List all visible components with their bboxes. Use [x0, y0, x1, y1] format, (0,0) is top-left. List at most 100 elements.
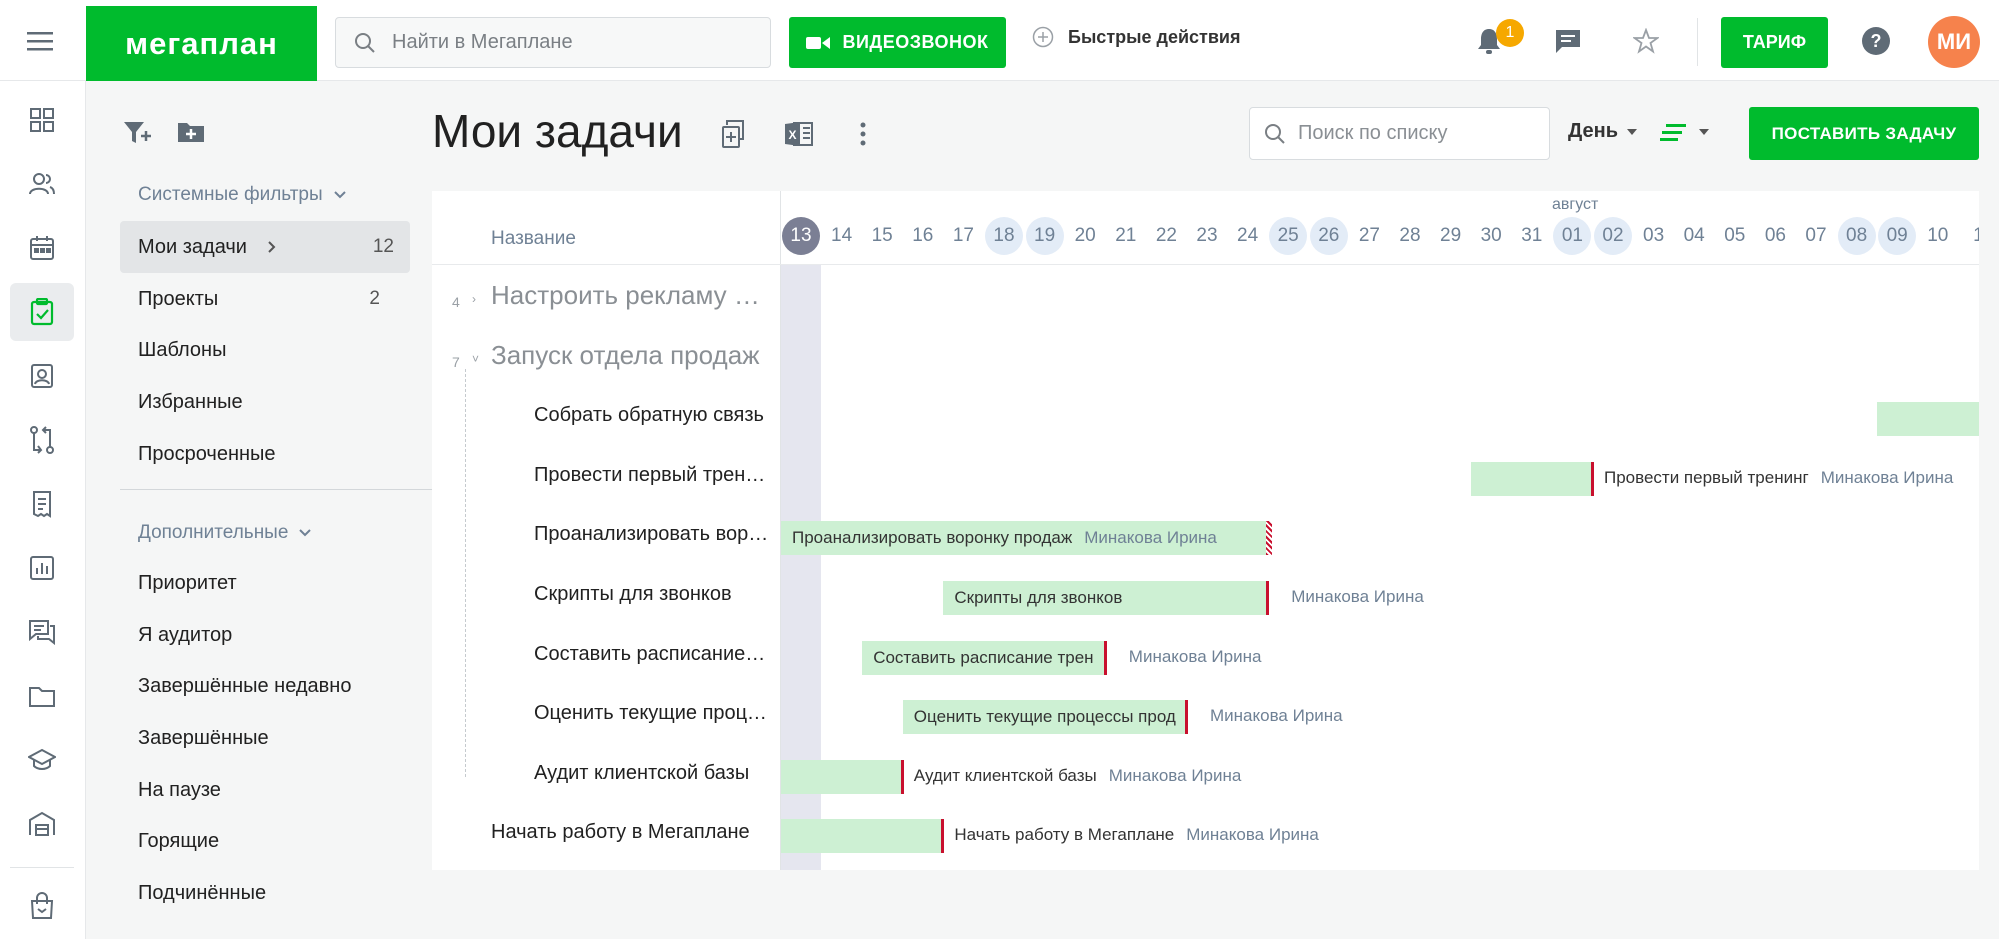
video-call-button[interactable]: ВИДЕОЗВОНОК — [789, 17, 1006, 68]
task-bar[interactable] — [781, 819, 944, 854]
day-label: 14 — [831, 225, 853, 246]
filter-auditor[interactable]: Я аудитор — [120, 609, 410, 661]
filter-label: Мои задачи — [138, 235, 247, 258]
filter-recently-completed[interactable]: Завершённые недавно — [120, 660, 410, 712]
assignee-link[interactable]: Минакова Ирина — [1291, 587, 1424, 607]
rail-contacts[interactable] — [10, 155, 74, 213]
list-search[interactable] — [1249, 107, 1550, 160]
add-filter-icon[interactable] — [122, 119, 152, 147]
favorites-button[interactable] — [1627, 22, 1665, 60]
help-button[interactable]: ? — [1857, 22, 1895, 60]
gantt-view-icon — [1660, 124, 1686, 141]
rail-reports[interactable] — [10, 539, 74, 597]
filter-my-tasks[interactable]: Мои задачи 12 — [120, 221, 410, 273]
add-folder-icon[interactable] — [176, 119, 206, 145]
filter-label: Просроченные — [138, 442, 276, 465]
help-icon: ? — [1862, 27, 1890, 55]
filter-subordinates[interactable]: Подчинённые — [120, 867, 410, 919]
quick-actions-button[interactable]: Быстрые действия — [1032, 26, 1240, 48]
assignee-link[interactable]: Минакова Ирина — [1210, 706, 1343, 726]
task-name[interactable]: Начать работу в Мегаплане — [491, 821, 771, 844]
task-bar[interactable] — [1877, 402, 1979, 437]
global-search[interactable] — [335, 17, 771, 68]
project-name[interactable]: Настроить рекламу в соцсетях — [491, 280, 771, 311]
reports-icon — [30, 556, 54, 580]
filter-label: Избранные — [138, 390, 243, 413]
filter-priority[interactable]: Приоритет — [120, 557, 410, 609]
menu-button[interactable] — [0, 0, 80, 81]
task-name[interactable]: Собрать обратную связь — [534, 404, 769, 427]
assignee-link[interactable]: Минакова Ирина — [1109, 766, 1242, 786]
day-label: 05 — [1724, 225, 1746, 246]
rail-employees[interactable] — [10, 347, 74, 405]
expand-toggle[interactable]: ˅ — [472, 352, 479, 366]
task-bar[interactable] — [781, 759, 903, 794]
task-name[interactable]: Составить расписание тренингов — [534, 643, 769, 666]
scale-select[interactable]: День — [1568, 120, 1638, 143]
add-task-button[interactable]: ПОСТАВИТЬ ЗАДАЧУ — [1749, 107, 1979, 160]
assignee-link[interactable]: Минакова Ирина — [1129, 647, 1262, 667]
rail-files[interactable] — [10, 667, 74, 725]
filter-templates[interactable]: Шаблоны — [120, 324, 410, 376]
rail-documents[interactable] — [10, 475, 74, 533]
rail-deals[interactable] — [10, 411, 74, 469]
task-bar-title: Аудит клиентской базы — [913, 765, 1097, 785]
task-name[interactable]: Провести первый тренинг — [534, 464, 769, 487]
rail-chat[interactable] — [10, 603, 74, 661]
timeline-header-divider — [781, 264, 1979, 265]
filter-projects[interactable]: Проекты 2 — [120, 273, 410, 325]
assignee-link[interactable]: Минакова Ирина — [1186, 825, 1319, 845]
task-bar[interactable]: Проанализировать воронку продаж Минакова … — [781, 521, 1269, 556]
task-bar[interactable]: Скрипты для звонков — [943, 581, 1269, 615]
filter-label: Завершённые недавно — [138, 674, 352, 697]
quick-actions-label: Быстрые действия — [1068, 26, 1241, 47]
day-label: 24 — [1237, 225, 1259, 246]
task-name[interactable]: Скрипты для звонков — [534, 583, 769, 606]
project-name[interactable]: Запуск отдела продаж — [491, 340, 771, 371]
task-bar[interactable]: Составить расписание трен — [862, 640, 1106, 675]
more-options-button[interactable] — [845, 116, 881, 152]
copy-task-button[interactable] — [717, 116, 753, 152]
filter-paused[interactable]: На паузе — [120, 764, 410, 816]
chevron-down-icon — [299, 529, 312, 537]
task-bar[interactable]: Оценить текущие процессы прод — [902, 700, 1187, 735]
rail-tasks[interactable] — [10, 283, 74, 341]
filter-label: На паузе — [138, 778, 221, 801]
rail-dashboard[interactable] — [10, 91, 74, 149]
tariff-button[interactable]: ТАРИФ — [1721, 17, 1828, 68]
view-mode-select[interactable] — [1660, 122, 1710, 142]
system-filters-toggle[interactable]: Системные фильтры — [138, 184, 347, 206]
task-bar-caption: Аудит клиентской базы Минакова Ирина — [914, 766, 1242, 786]
extra-filters-toggle[interactable]: Дополнительные — [138, 522, 312, 544]
user-avatar[interactable]: МИ — [1928, 16, 1980, 68]
rail-learning[interactable] — [10, 731, 74, 789]
task-name[interactable]: Оценить текущие процессы продаж — [534, 702, 769, 725]
messages-button[interactable] — [1549, 22, 1587, 60]
rail-warehouse[interactable] — [10, 795, 74, 853]
task-bar-label: Проанализировать воронку продаж — [792, 528, 1073, 548]
expand-toggle[interactable]: › — [472, 292, 476, 306]
list-search-input[interactable] — [1298, 122, 1538, 145]
assignee-link[interactable]: Минакова Ирина — [1084, 528, 1217, 548]
filter-completed[interactable]: Завершённые — [120, 712, 410, 764]
tree-guide-line — [465, 369, 466, 777]
day-label: 1 — [1973, 225, 1979, 246]
extra-filters-title: Дополнительные — [138, 522, 289, 543]
assignee-link[interactable]: Минакова Ирина — [1821, 468, 1954, 488]
export-excel-button[interactable]: X — [781, 116, 817, 152]
rail-shop[interactable] — [10, 877, 74, 935]
deadline-marker — [1591, 461, 1594, 496]
task-bar[interactable] — [1471, 461, 1593, 496]
logo[interactable]: мегаплан — [86, 6, 317, 81]
filter-overdue[interactable]: Просроченные — [120, 428, 410, 480]
notifications-badge: 1 — [1496, 19, 1524, 47]
global-search-input[interactable] — [392, 31, 752, 54]
filter-favorites[interactable]: Избранные — [120, 376, 410, 428]
calendar-icon — [30, 236, 54, 260]
task-name[interactable]: Проанализировать воронку продаж — [534, 523, 769, 546]
filter-burning[interactable]: Горящие — [120, 815, 410, 867]
chevron-right-icon — [268, 241, 276, 253]
rail-calendar[interactable] — [10, 219, 74, 277]
name-column-header[interactable]: Название — [491, 228, 576, 250]
task-name[interactable]: Аудит клиентской базы — [534, 762, 769, 785]
